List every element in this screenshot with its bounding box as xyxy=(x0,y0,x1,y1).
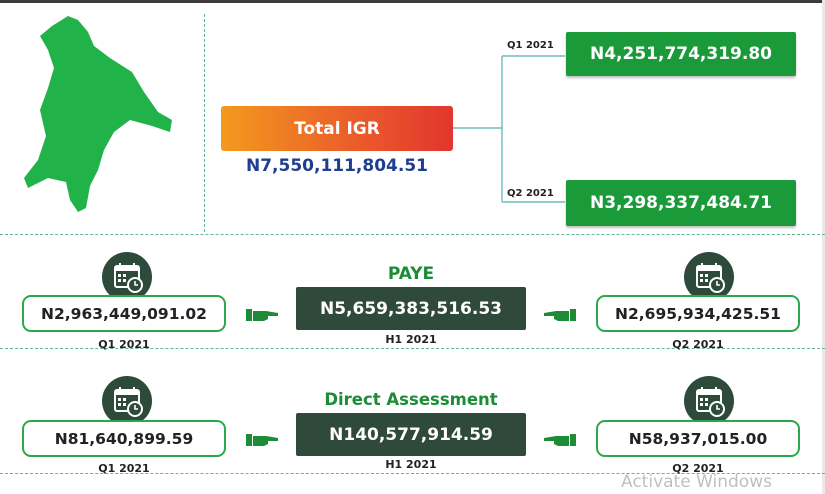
paye-h1-value: N5,659,383,516.53 xyxy=(296,287,526,330)
igr-q2-label: Q2 2021 xyxy=(507,188,554,199)
paye-title: PAYE xyxy=(387,264,435,284)
divider-vertical xyxy=(204,14,205,232)
direct-h1-value: N140,577,914.59 xyxy=(296,413,526,456)
pointing-hand-icon xyxy=(544,309,576,321)
igr-q1-value-text: N4,251,774,319.80 xyxy=(589,44,772,64)
paye-q2-value-text: N2,695,934,425.51 xyxy=(615,304,781,323)
paye-h1-label: H1 2021 xyxy=(385,333,437,346)
direct-q1-label: Q1 2021 xyxy=(98,462,150,475)
total-igr-button: Total IGR xyxy=(221,106,453,151)
direct-assessment-title: Direct Assessment xyxy=(324,390,498,409)
igr-q1-value: N4,251,774,319.80 xyxy=(566,32,796,76)
total-igr-title: Total IGR xyxy=(294,118,380,139)
calendar-clock-icon xyxy=(684,376,734,426)
paye-q2-label: Q2 2021 xyxy=(672,338,724,351)
activate-windows-watermark: Activate Windows xyxy=(621,472,772,492)
paye-q2-value: N2,695,934,425.51 xyxy=(596,295,800,332)
direct-q2-value: N58,937,015.00 xyxy=(596,420,800,457)
divider-top xyxy=(0,234,825,235)
igr-q2-value: N3,298,337,484.71 xyxy=(566,180,796,226)
igr-q2-value-text: N3,298,337,484.71 xyxy=(589,193,772,213)
calendar-clock-icon xyxy=(102,376,152,426)
paye-q1-value: N2,963,449,091.02 xyxy=(22,295,226,332)
igr-q1-label: Q1 2021 xyxy=(507,40,554,51)
direct-q1-value-text: N81,640,899.59 xyxy=(54,429,194,448)
total-igr-value: N7,550,111,804.51 xyxy=(245,156,428,176)
pointing-hand-icon xyxy=(544,434,576,446)
paye-h1-value-text: N5,659,383,516.53 xyxy=(319,298,502,319)
igr-connector xyxy=(453,55,565,203)
top-border xyxy=(0,0,825,3)
state-map-icon xyxy=(24,16,172,212)
direct-q1-value: N81,640,899.59 xyxy=(22,420,226,457)
direct-h1-label: H1 2021 xyxy=(385,458,437,471)
direct-q2-value-text: N58,937,015.00 xyxy=(628,429,768,448)
pointing-hand-icon xyxy=(246,309,278,321)
paye-q1-value-text: N2,963,449,091.02 xyxy=(41,304,207,323)
pointing-hand-icon xyxy=(246,434,278,446)
paye-q1-label: Q1 2021 xyxy=(98,338,150,351)
direct-h1-value-text: N140,577,914.59 xyxy=(329,424,493,445)
